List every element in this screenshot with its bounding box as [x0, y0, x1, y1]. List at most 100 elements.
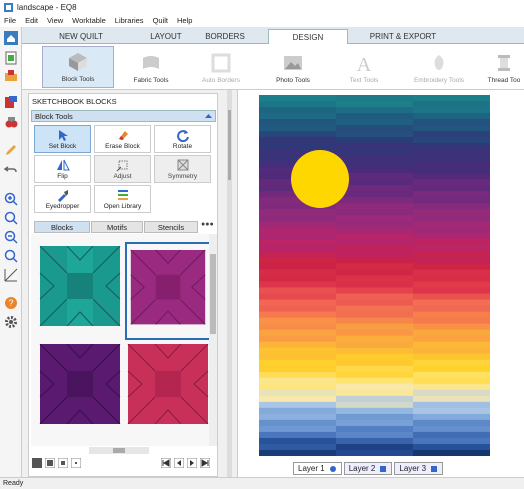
- quilt-patch[interactable]: [259, 407, 336, 415]
- quilt-patch[interactable]: [413, 113, 490, 120]
- quilt-patch[interactable]: [336, 407, 413, 415]
- quilt-patch[interactable]: [413, 275, 490, 283]
- quilt-patch[interactable]: [259, 431, 336, 439]
- tab-print-export[interactable]: PRINT & EXPORT: [353, 29, 453, 44]
- quilt-patch[interactable]: [259, 383, 336, 391]
- quilt-patch[interactable]: [413, 233, 490, 240]
- quilt-patch[interactable]: [413, 329, 490, 337]
- view-large-icon[interactable]: [32, 458, 42, 468]
- quilt-patch[interactable]: [413, 443, 490, 451]
- block-thumb-red[interactable]: [127, 344, 209, 424]
- quilt-patch[interactable]: [413, 239, 490, 246]
- quilt-patch[interactable]: [413, 407, 490, 415]
- quilt-patch[interactable]: [336, 383, 413, 391]
- quilt-patch[interactable]: [259, 215, 336, 222]
- zoom-fit-icon[interactable]: [4, 211, 18, 225]
- panel-splitter[interactable]: [227, 90, 232, 477]
- quilt-patch[interactable]: [413, 269, 490, 276]
- quilt-patch[interactable]: [413, 203, 490, 210]
- quilt-patch[interactable]: [259, 425, 336, 433]
- quilt-patch[interactable]: [336, 329, 413, 337]
- first-page-icon[interactable]: [161, 458, 171, 468]
- quilt-patch[interactable]: [259, 125, 336, 132]
- tab-new-quilt[interactable]: NEW QUILT: [40, 29, 122, 44]
- quilt-patch[interactable]: [336, 317, 413, 325]
- quilt-patch[interactable]: [259, 317, 336, 325]
- quilt-patch[interactable]: [259, 143, 336, 150]
- tab-layer-2[interactable]: Layer 2: [343, 462, 393, 475]
- block-tools-button[interactable]: Block Tools: [42, 46, 114, 88]
- quilt-patch[interactable]: [259, 119, 336, 126]
- quilt-patch[interactable]: [413, 341, 490, 349]
- quilt-patch[interactable]: [336, 137, 413, 144]
- quilt-patch[interactable]: [259, 263, 336, 270]
- quilt-patch[interactable]: [259, 269, 336, 276]
- quilt-patch[interactable]: [336, 287, 413, 295]
- quilt-patch[interactable]: [336, 113, 413, 120]
- adjust-button[interactable]: Adjust: [94, 155, 151, 183]
- quilt-patch[interactable]: [336, 143, 413, 150]
- quilt-patch[interactable]: [336, 335, 413, 343]
- new-project-icon[interactable]: [4, 51, 18, 65]
- quilt-patch[interactable]: [336, 161, 413, 168]
- quilt-patch[interactable]: [259, 353, 336, 361]
- quilt-patch[interactable]: [413, 311, 490, 319]
- menu-worktable[interactable]: Worktable: [72, 16, 106, 25]
- quilt-patch[interactable]: [259, 335, 336, 343]
- quilt-patch[interactable]: [413, 281, 490, 289]
- quilt-patch[interactable]: [413, 449, 490, 456]
- quilt-patch[interactable]: [413, 287, 490, 295]
- quilt-patch[interactable]: [336, 431, 413, 439]
- h-scrollbar-thumb[interactable]: [113, 448, 125, 453]
- gear-icon[interactable]: [4, 315, 18, 329]
- quilt-patch[interactable]: [413, 173, 490, 180]
- quilt-patch[interactable]: [336, 209, 413, 216]
- quilt-patch[interactable]: [336, 203, 413, 210]
- quilt-patch[interactable]: [336, 119, 413, 126]
- quilt-patch[interactable]: [413, 395, 490, 403]
- tab-design[interactable]: DESIGN: [268, 29, 348, 44]
- quilt-patch[interactable]: [259, 95, 336, 102]
- quilt-patch[interactable]: [413, 125, 490, 132]
- quilt-patch[interactable]: [336, 131, 413, 138]
- quilt-patch[interactable]: [336, 413, 413, 421]
- block-tools-header[interactable]: Block Tools: [31, 110, 216, 122]
- quilt-patch[interactable]: [259, 251, 336, 258]
- quilt-patch[interactable]: [336, 101, 413, 108]
- quilt-design[interactable]: [259, 95, 490, 456]
- quilt-patch[interactable]: [259, 329, 336, 337]
- tab-layer-1[interactable]: Layer 1: [293, 462, 342, 475]
- quilt-patch[interactable]: [259, 227, 336, 234]
- quilt-patch[interactable]: [413, 293, 490, 301]
- sun-applique[interactable]: [291, 150, 349, 208]
- view-tiny-icon[interactable]: [71, 458, 81, 468]
- help-icon[interactable]: ?: [4, 296, 18, 310]
- quilt-patch[interactable]: [259, 257, 336, 264]
- quilt-patch[interactable]: [413, 389, 490, 397]
- eyedropper-button[interactable]: Eyedropper: [34, 185, 91, 213]
- quilt-patch[interactable]: [259, 209, 336, 216]
- open-library-button[interactable]: Open Library: [94, 185, 151, 213]
- block-thumb-magenta[interactable]: [125, 242, 211, 340]
- quilt-patch[interactable]: [413, 365, 490, 373]
- quilt-patch[interactable]: [336, 125, 413, 132]
- quilt-patch[interactable]: [259, 287, 336, 295]
- quilt-patch[interactable]: [259, 233, 336, 240]
- quilt-patch[interactable]: [413, 353, 490, 361]
- quilt-patch[interactable]: [259, 239, 336, 246]
- quilt-patch[interactable]: [259, 293, 336, 301]
- quilt-patch[interactable]: [413, 257, 490, 264]
- quilt-patch[interactable]: [259, 305, 336, 313]
- quilt-patch[interactable]: [259, 377, 336, 385]
- quilt-patch[interactable]: [413, 347, 490, 355]
- quilt-patch[interactable]: [336, 269, 413, 276]
- tab-borders[interactable]: BORDERS: [184, 29, 266, 44]
- menu-view[interactable]: View: [47, 16, 63, 25]
- quilt-patch[interactable]: [413, 101, 490, 108]
- quilt-patch[interactable]: [413, 119, 490, 126]
- quilt-patch[interactable]: [336, 323, 413, 331]
- tab-layer-3[interactable]: Layer 3: [394, 462, 444, 475]
- symmetry-button[interactable]: Symmetry: [154, 155, 211, 183]
- quilt-patch[interactable]: [336, 107, 413, 114]
- quilt-patch[interactable]: [336, 377, 413, 385]
